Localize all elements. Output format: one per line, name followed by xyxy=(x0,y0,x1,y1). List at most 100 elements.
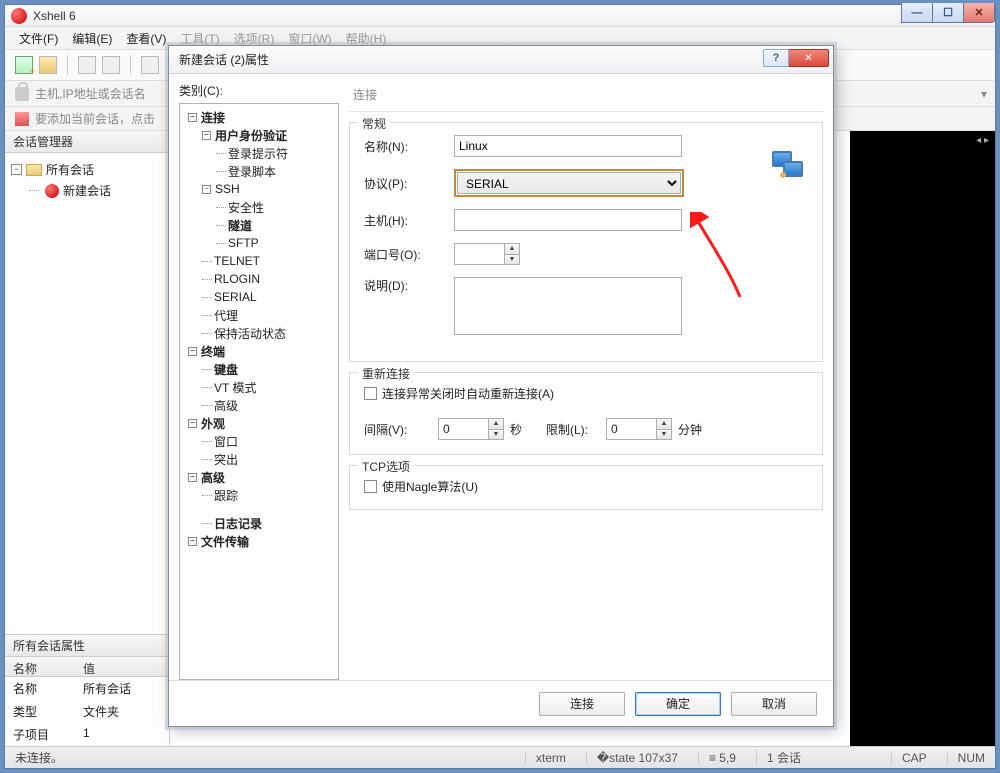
spin-up-icon[interactable]: ▲ xyxy=(505,244,519,255)
cat-serial[interactable]: SERIAL xyxy=(214,290,257,304)
new-session-icon[interactable] xyxy=(15,56,33,74)
menu-help[interactable]: 帮助(H) xyxy=(346,30,387,47)
category-tree[interactable]: −连接 −用户身份验证 登录提示符 登录脚本 −SSH 安全性 隧道 SFTP … xyxy=(179,103,339,680)
connect-button[interactable]: 连接 xyxy=(539,692,625,716)
toolbar-icon-3[interactable] xyxy=(141,56,159,74)
host-label: 主机(H): xyxy=(364,212,454,229)
limit-value: 0 xyxy=(611,422,618,436)
statusbar: 未连接。 xterm �state 107x37 ≡ 5,9 1 会话 CAP … xyxy=(5,746,995,768)
menu-view[interactable]: 查看(V) xyxy=(126,30,166,47)
cat-trace[interactable]: 跟踪 xyxy=(214,487,238,504)
auto-reconnect-label: 连接异常关闭时自动重新连接(A) xyxy=(382,385,554,402)
nagle-checkbox[interactable] xyxy=(364,480,377,493)
cat-logging[interactable]: 日志记录 xyxy=(214,515,262,532)
cat-ssh[interactable]: SSH xyxy=(215,182,240,196)
tree-toggle-icon[interactable]: − xyxy=(188,347,197,356)
properties-title: 所有会话属性 xyxy=(5,635,169,657)
address-dropdown-icon[interactable]: ▾ xyxy=(981,87,987,101)
menu-tools[interactable]: 工具(T) xyxy=(180,30,219,47)
tree-root-label: 所有会话 xyxy=(46,161,94,178)
toolbar-separator xyxy=(67,55,68,75)
status-connection: 未连接。 xyxy=(15,749,505,766)
spin-down-icon[interactable]: ▼ xyxy=(489,430,503,440)
auto-reconnect-checkbox[interactable] xyxy=(364,387,377,400)
tree-toggle-icon[interactable]: − xyxy=(202,131,211,140)
name-input[interactable] xyxy=(454,135,682,157)
ok-button[interactable]: 确定 xyxy=(635,692,721,716)
tree-toggle-icon[interactable]: − xyxy=(202,185,211,194)
limit-unit: 分钟 xyxy=(678,421,702,438)
cat-term-advanced[interactable]: 高级 xyxy=(214,397,238,414)
cat-login-prompt[interactable]: 登录提示符 xyxy=(228,145,288,162)
menu-options[interactable]: 选项(R) xyxy=(234,30,275,47)
interval-spinner[interactable]: 0 ▲▼ xyxy=(438,418,504,440)
menu-edit[interactable]: 编辑(E) xyxy=(72,30,112,47)
cat-keepalive[interactable]: 保持活动状态 xyxy=(214,325,286,342)
tree-toggle-icon[interactable]: − xyxy=(188,537,197,546)
cat-keyboard[interactable]: 键盘 xyxy=(214,361,238,378)
dialog-help-button[interactable]: ? xyxy=(763,49,789,67)
session-icon xyxy=(45,184,59,198)
host-input[interactable] xyxy=(454,209,682,231)
cat-rlogin[interactable]: RLOGIN xyxy=(214,272,260,286)
menu-window[interactable]: 窗口(W) xyxy=(288,30,331,47)
protocol-select[interactable]: SERIAL xyxy=(457,172,681,194)
cat-sftp[interactable]: SFTP xyxy=(228,236,259,250)
description-label: 说明(D): xyxy=(364,277,454,294)
cat-login-script[interactable]: 登录脚本 xyxy=(228,163,276,180)
cat-telnet[interactable]: TELNET xyxy=(214,254,260,268)
cat-proxy[interactable]: 代理 xyxy=(214,307,238,324)
toolbar-icon-2[interactable] xyxy=(102,56,120,74)
cat-auth[interactable]: 用户身份验证 xyxy=(215,127,287,144)
folder-icon xyxy=(26,164,42,176)
tree-collapse-icon[interactable]: − xyxy=(11,164,22,175)
spin-up-icon[interactable]: ▲ xyxy=(489,419,503,430)
tree-toggle-icon[interactable]: − xyxy=(188,113,197,122)
toolbar-icon-1[interactable] xyxy=(78,56,96,74)
form-panel: 连接 常规 名称(N): 协议(P): SERIAL xyxy=(349,82,823,680)
cancel-button[interactable]: 取消 xyxy=(731,692,817,716)
protocol-highlight: SERIAL xyxy=(454,169,684,197)
window-close-button[interactable] xyxy=(963,3,995,23)
app-title: Xshell 6 xyxy=(33,9,76,23)
spin-down-icon[interactable]: ▼ xyxy=(657,430,671,440)
description-input[interactable] xyxy=(454,277,682,335)
tree-item[interactable]: 新建会话 xyxy=(11,180,163,201)
tree-toggle-icon[interactable]: − xyxy=(188,419,197,428)
flag-icon xyxy=(15,112,29,126)
spin-up-icon[interactable]: ▲ xyxy=(657,419,671,430)
dialog-close-button[interactable]: ✕ xyxy=(789,49,829,67)
menu-file[interactable]: 文件(F) xyxy=(19,30,58,47)
window-minimize-button[interactable] xyxy=(901,3,933,23)
address-placeholder[interactable]: 主机,IP地址或会话名 xyxy=(35,85,146,102)
open-session-icon[interactable] xyxy=(39,56,57,74)
cat-vtmode[interactable]: VT 模式 xyxy=(214,379,256,396)
cat-filetransfer[interactable]: 文件传输 xyxy=(201,533,249,550)
hint-text: 要添加当前会话，点击 xyxy=(35,110,155,127)
property-row: 子项目1 xyxy=(5,723,169,746)
cat-security[interactable]: 安全性 xyxy=(228,199,264,216)
session-label: 新建会话 xyxy=(63,182,111,199)
tab-scroll-arrows[interactable]: ◂ ▸ xyxy=(976,135,989,146)
reconnect-fieldset: 重新连接 连接异常关闭时自动重新连接(A) 间隔(V): 0 ▲▼ 秒 限制(L… xyxy=(349,372,823,455)
cat-connection[interactable]: 连接 xyxy=(201,109,225,126)
cat-popup[interactable]: 突出 xyxy=(214,451,238,468)
cat-tunnel[interactable]: 隧道 xyxy=(228,217,252,234)
property-row: 类型文件夹 xyxy=(5,700,169,723)
cat-window[interactable]: 窗口 xyxy=(214,433,238,450)
name-label: 名称(N): xyxy=(364,138,454,155)
category-label: 类别(C): xyxy=(179,82,339,99)
spin-down-icon[interactable]: ▼ xyxy=(505,255,519,265)
tree-toggle-icon[interactable]: − xyxy=(188,473,197,482)
window-maximize-button[interactable] xyxy=(932,3,964,23)
reconnect-legend: 重新连接 xyxy=(358,365,414,382)
cat-advanced[interactable]: 高级 xyxy=(201,469,225,486)
port-spinner[interactable]: ▲▼ xyxy=(454,243,520,265)
cat-terminal[interactable]: 终端 xyxy=(201,343,225,360)
limit-spinner[interactable]: 0 ▲▼ xyxy=(606,418,672,440)
general-legend: 常规 xyxy=(358,115,390,132)
tree-root[interactable]: − 所有会话 xyxy=(11,159,163,180)
cat-appearance[interactable]: 外观 xyxy=(201,415,225,432)
lock-icon xyxy=(15,87,29,101)
port-label: 端口号(O): xyxy=(364,246,454,263)
